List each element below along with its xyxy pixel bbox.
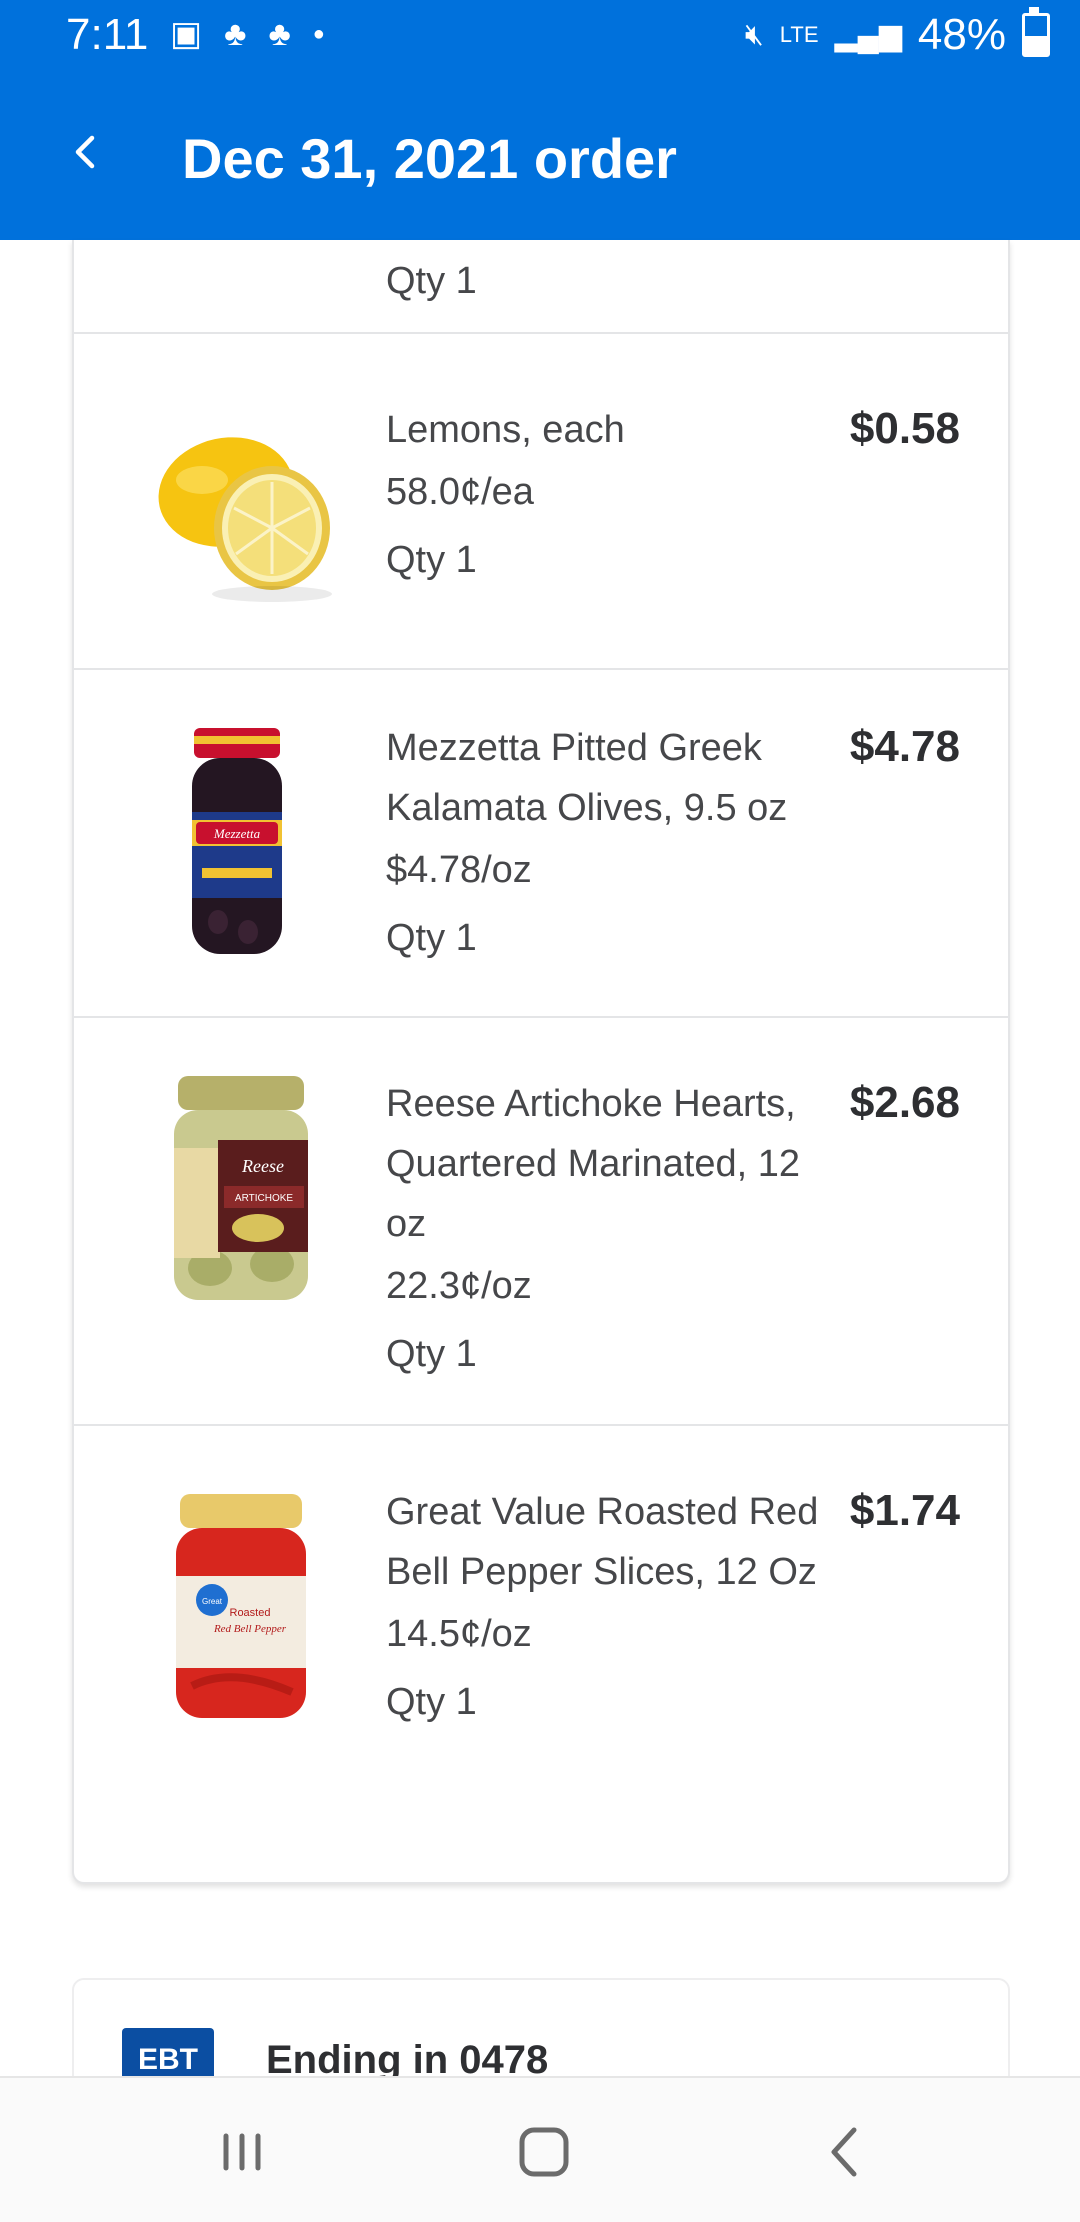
status-bar: 7:11 ▣ ♣ ♣ ● 🔇︎ LTE ▂▄▆ 48% — [0, 0, 1080, 76]
nav-back-button[interactable] — [806, 2112, 886, 2192]
item-unit-price: 14.5¢/oz — [386, 1613, 532, 1655]
system-nav-bar — [0, 2076, 1080, 2222]
item-qty: Qty 1 — [386, 917, 477, 959]
list-item[interactable]: Great Roasted Red Bell Pepper Great Valu… — [74, 1426, 1008, 1882]
item-price: $0.58 — [849, 404, 960, 453]
item-unit-price: 58.0¢/ea — [386, 471, 534, 513]
item-info: Reese Artichoke Hearts, Quartered Marina… — [386, 1074, 846, 1378]
item-unit-price: $4.78/oz — [386, 849, 532, 891]
item-name: Great Value Roasted Red Bell Pepper Slic… — [386, 1491, 819, 1593]
notification-icons: ▣ ♣ ♣ ● — [170, 14, 325, 54]
status-time: 7:11 — [66, 10, 149, 59]
item-price: $4.78 — [849, 722, 960, 771]
back-icon — [831, 2127, 857, 2177]
item-info: Mezzetta Pitted Greek Kalamata Olives, 9… — [386, 718, 846, 962]
item-info: Great Value Roasted Red Bell Pepper Slic… — [386, 1482, 846, 1726]
lemon-image — [158, 437, 332, 602]
product-image[interactable]: Reese ARTICHOKE — [122, 1068, 362, 1308]
item-qty: Qty 1 — [386, 1333, 477, 1375]
lte-icon: LTE — [779, 22, 819, 47]
recent-apps-icon — [223, 2133, 261, 2171]
home-icon — [519, 2127, 569, 2177]
dot-icon: ● — [312, 22, 325, 45]
image-icon: ▣ — [170, 15, 203, 53]
list-item[interactable]: Mezzetta Mezzetta Pitted Greek Kalamata … — [74, 670, 1008, 1018]
pepper-jar-image: Great Roasted Red Bell Pepper — [176, 1494, 306, 1718]
svg-text:Roasted: Roasted — [230, 1607, 271, 1619]
item-name: Lemons, each — [386, 409, 625, 451]
item-qty: Qty 1 — [386, 539, 477, 581]
item-unit-price: 22.3¢/oz — [386, 1265, 532, 1307]
order-items-card: Qty 1 Lemons, each 58.0¢/ea Qty 1 $0.58 … — [72, 240, 1010, 1884]
item-qty: Qty 1 — [386, 260, 477, 302]
olive-jar-image: Mezzetta — [192, 728, 282, 954]
svg-text:ARTICHOKE: ARTICHOKE — [235, 1193, 293, 1204]
plant-icon: ♣ — [224, 14, 247, 53]
product-image[interactable]: Mezzetta — [122, 722, 362, 962]
artichoke-jar-image: Reese ARTICHOKE — [174, 1076, 308, 1300]
svg-text:Mezzetta: Mezzetta — [213, 826, 261, 841]
item-info: Lemons, each 58.0¢/ea Qty 1 — [386, 400, 846, 584]
svg-text:Reese: Reese — [241, 1156, 284, 1176]
home-button[interactable] — [504, 2112, 584, 2192]
mute-icon: 🔇︎ — [744, 18, 764, 51]
chevron-left-icon — [75, 135, 95, 169]
signal-icon: ▂▄▆ — [834, 18, 902, 52]
product-image[interactable]: Great Roasted Red Bell Pepper — [122, 1486, 362, 1726]
item-qty: Qty 1 — [386, 1681, 477, 1723]
product-image[interactable] — [122, 380, 362, 620]
svg-text:Red Bell Pepper: Red Bell Pepper — [213, 1623, 287, 1635]
item-price: $2.68 — [849, 1078, 960, 1127]
svg-text:Great: Great — [202, 1597, 223, 1606]
item-name: Reese Artichoke Hearts, Quartered Marina… — [386, 1083, 801, 1245]
recent-apps-button[interactable] — [202, 2112, 282, 2192]
back-button[interactable] — [56, 122, 116, 182]
item-price: $1.74 — [849, 1486, 960, 1535]
plant-icon: ♣ — [268, 14, 291, 53]
battery-icon — [1022, 7, 1050, 57]
page-title: Dec 31, 2021 order — [182, 127, 677, 190]
list-item[interactable]: Lemons, each 58.0¢/ea Qty 1 $0.58 — [74, 334, 1008, 670]
battery-percent: 48% — [917, 10, 1006, 59]
list-item[interactable]: Reese ARTICHOKE Reese Artichoke Hearts, … — [74, 1018, 1008, 1426]
list-item[interactable]: Qty 1 — [74, 240, 1008, 334]
system-icons: 🔇︎ LTE ▂▄▆ 48% — [744, 7, 1050, 60]
battery-fill — [1025, 35, 1047, 54]
item-name: Mezzetta Pitted Greek Kalamata Olives, 9… — [386, 727, 788, 829]
app-bar: Dec 31, 2021 order — [0, 76, 1080, 240]
